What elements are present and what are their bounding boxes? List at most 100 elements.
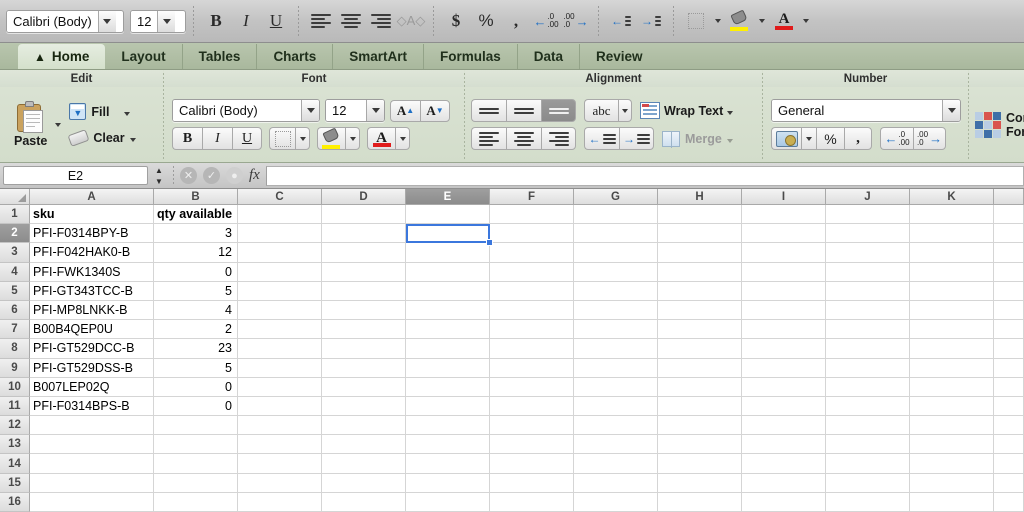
cell-G5[interactable] [574,281,658,301]
cell-A3[interactable]: PFI-F042HAK0-B [30,243,154,263]
increase-indent-button[interactable]: → [636,6,666,36]
decrease-decimal-button[interactable]: ← .0.00 [531,6,561,36]
cell-D5[interactable] [322,281,406,301]
cell-C2[interactable] [238,224,322,244]
column-header-B[interactable]: B [154,189,238,204]
cell-B13[interactable] [154,435,238,455]
cell-A14[interactable] [30,454,154,474]
column-header-I[interactable]: I [742,189,826,204]
clear-button[interactable]: Clear [67,128,136,147]
cell-F11[interactable] [490,396,574,417]
cell-I5[interactable] [742,281,826,301]
row-header-12[interactable]: 12 [0,416,30,436]
cell-I12[interactable] [742,416,826,436]
column-header-C[interactable]: C [238,189,322,204]
cell-B5[interactable]: 5 [154,281,238,301]
cell-K13[interactable] [910,435,994,455]
cell-G11[interactable] [574,396,658,417]
currency-format-button[interactable]: $ [441,6,471,36]
cell-J5[interactable] [826,281,910,301]
cell-A16[interactable] [30,492,154,512]
cell-B8[interactable]: 23 [154,339,238,359]
merge-dropdown[interactable] [726,130,733,148]
cell-E13[interactable] [406,435,490,455]
cell-J16[interactable] [826,492,910,512]
tab-charts[interactable]: Charts [257,44,334,69]
cell-D12[interactable] [322,416,406,436]
cell-D9[interactable] [322,358,406,378]
cell-A4[interactable]: PFI-FWK1340S [30,262,154,282]
ribbon-bold-button[interactable]: B [172,127,202,150]
cell-A10[interactable]: B007LEP02Q [30,377,154,397]
table-row[interactable]: 5 PFI-GT343TCC-B 5 [0,281,1024,301]
cell-A13[interactable] [30,435,154,455]
tab-tables[interactable]: Tables [183,44,258,69]
cell-D4[interactable] [322,262,406,282]
merge-button[interactable]: Merge [662,130,733,148]
table-row[interactable]: 14 [0,454,1024,474]
cell-I13[interactable] [742,435,826,455]
cell-E15[interactable] [406,473,490,493]
ribbon-font-color-dropdown[interactable] [395,127,410,150]
cell-I1[interactable] [742,205,826,225]
cell-D7[interactable] [322,320,406,340]
cell-A11[interactable]: PFI-F0314BPS-B [30,396,154,417]
cell-J9[interactable] [826,358,910,378]
toolbar-font-size-combo[interactable]: 12 [130,9,186,33]
fill-dropdown[interactable] [124,103,131,121]
cell-C4[interactable] [238,262,322,282]
cell-I11[interactable] [742,396,826,417]
cell-A9[interactable]: PFI-GT529DSS-B [30,358,154,378]
cell-D14[interactable] [322,454,406,474]
ribbon-increase-decimal-button[interactable]: .00.0 → [913,127,946,150]
chevron-down-icon[interactable] [366,100,384,121]
column-header-K[interactable]: K [910,189,994,204]
cell-F10[interactable] [490,377,574,397]
cell-I7[interactable] [742,320,826,340]
cell-H2[interactable] [658,224,742,244]
cell-E2[interactable] [406,224,490,244]
cell-F2[interactable] [490,224,574,244]
cell-E1[interactable] [406,205,490,225]
cell-C14[interactable] [238,454,322,474]
cell-H15[interactable] [658,473,742,493]
row-header-6[interactable]: 6 [0,300,30,321]
cell-C7[interactable] [238,320,322,340]
cell-A12[interactable] [30,416,154,436]
table-row[interactable]: 8 PFI-GT529DCC-B 23 [0,339,1024,359]
ribbon-increase-indent-button[interactable]: → [619,127,654,150]
cell-G4[interactable] [574,262,658,282]
row-header-10[interactable]: 10 [0,377,30,397]
row-header-5[interactable]: 5 [0,281,30,301]
toolbar-font-name-combo[interactable]: Calibri (Body) [6,9,124,33]
table-row[interactable]: 13 [0,435,1024,455]
cell-G1[interactable] [574,205,658,225]
cell-K9[interactable] [910,358,994,378]
cell-A1[interactable]: sku [30,205,154,225]
cell-H7[interactable] [658,320,742,340]
grow-font-button[interactable]: A ▲ [390,99,420,122]
cell-F3[interactable] [490,243,574,263]
ribbon-italic-button[interactable]: I [202,127,232,150]
cell-K15[interactable] [910,473,994,493]
ribbon-font-color-button[interactable]: A [367,127,395,150]
cell-G12[interactable] [574,416,658,436]
wrap-text-dropdown[interactable] [727,102,734,120]
cell-G9[interactable] [574,358,658,378]
table-row[interactable]: 12 [0,416,1024,436]
ribbon-underline-button[interactable]: U [232,127,262,150]
cell-H14[interactable] [658,454,742,474]
cell-B6[interactable]: 4 [154,300,238,321]
cell-I6[interactable] [742,300,826,321]
cell-J2[interactable] [826,224,910,244]
comma-format-button[interactable]: , [501,6,531,36]
tab-layout[interactable]: Layout [105,44,183,69]
cell-J14[interactable] [826,454,910,474]
cell-E12[interactable] [406,416,490,436]
ribbon-percent-button[interactable]: % [816,127,844,150]
cell-C10[interactable] [238,377,322,397]
cell-H6[interactable] [658,300,742,321]
font-color-dropdown[interactable] [799,6,813,36]
orientation-dropdown[interactable] [618,99,632,122]
cell-F14[interactable] [490,454,574,474]
